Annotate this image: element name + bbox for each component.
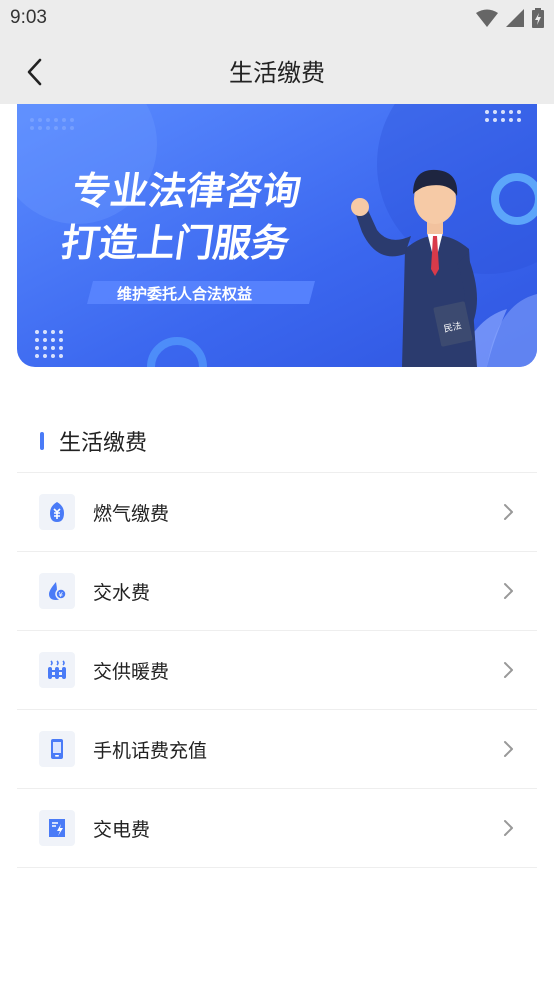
- phone-icon: [39, 731, 75, 767]
- electric-bill-icon: [39, 810, 75, 846]
- banner-line-2: 打造上门服务: [58, 222, 293, 266]
- item-label: 手机话费充值: [93, 739, 208, 762]
- chevron-right-icon: [504, 820, 513, 836]
- svg-text:¥: ¥: [59, 591, 64, 599]
- chevron-right-icon: [504, 662, 513, 678]
- page-title: 生活缴费: [229, 59, 325, 87]
- chevron-right-icon: [504, 741, 513, 757]
- banner-tagline: 维护委托人合法权益: [117, 285, 252, 303]
- signal-icon: [506, 9, 524, 27]
- list-item-gas[interactable]: 燃气缴费: [17, 473, 537, 552]
- chevron-right-icon: [504, 504, 513, 520]
- nav-bar: 生活缴费: [0, 38, 554, 104]
- item-label: 交供暖费: [93, 660, 170, 683]
- item-label: 交电费: [93, 818, 151, 841]
- item-label: 燃气缴费: [93, 502, 170, 525]
- chevron-right-icon: [504, 583, 513, 599]
- status-icons: [476, 8, 544, 28]
- battery-icon: [532, 8, 544, 28]
- section-accent-bar: [40, 432, 44, 450]
- list-item-phone[interactable]: 手机话费充值: [17, 710, 537, 789]
- section-header: 生活缴费: [40, 424, 147, 458]
- heater-icon: [39, 652, 75, 688]
- list-item-water[interactable]: ¥ 交水费: [17, 552, 537, 631]
- banner-art: 民法 专业法律咨询 打造上门服务 维护委托人合法权益: [17, 104, 537, 367]
- status-time: 9:03: [10, 7, 47, 28]
- payment-list: 燃气缴费 ¥ 交水费 交供暖费 手机话费充值 交电费: [17, 473, 537, 868]
- list-item-heating[interactable]: 交供暖费: [17, 631, 537, 710]
- water-drop-icon: ¥: [39, 573, 75, 609]
- item-label: 交水费: [93, 581, 151, 604]
- status-bar: 9:03: [0, 0, 554, 38]
- banner-line-1: 专业法律咨询: [70, 170, 304, 214]
- list-item-electric[interactable]: 交电费: [17, 789, 537, 868]
- section-title: 生活缴费: [59, 431, 148, 456]
- promo-banner[interactable]: 民法 专业法律咨询 打造上门服务 维护委托人合法权益: [17, 104, 537, 367]
- wifi-icon: [476, 9, 498, 27]
- gas-yuan-icon: [39, 494, 75, 530]
